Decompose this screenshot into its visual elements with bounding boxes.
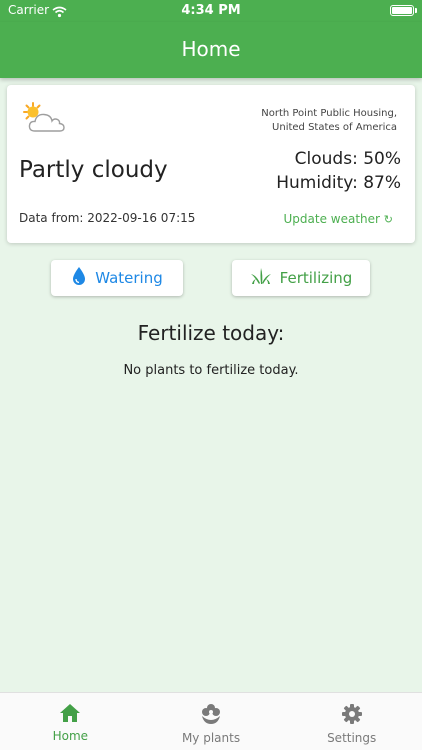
fertilizing-label: Fertilizing xyxy=(279,269,353,287)
nav-item-my-plants[interactable]: My plants xyxy=(141,693,282,750)
bottom-nav: Home My plants Settings xyxy=(0,692,422,750)
nav-label-my-plants: My plants xyxy=(181,731,241,745)
update-weather-button[interactable]: Update weather ↻ xyxy=(284,212,394,226)
watering-tab-button[interactable]: Watering xyxy=(51,260,183,296)
gear-icon xyxy=(341,703,363,728)
data-timestamp: Data from: 2022-09-16 07:15 xyxy=(19,211,196,225)
nav-item-settings[interactable]: Settings xyxy=(281,693,422,750)
status-bar: Carrier 4:34 PM xyxy=(0,0,422,22)
empty-message: No plants to fertilize today. xyxy=(123,363,299,378)
water-drop-icon xyxy=(71,266,87,290)
home-icon xyxy=(59,703,81,726)
page-title: Home xyxy=(181,37,241,61)
plant-icon xyxy=(200,703,222,728)
weather-location: North Point Public Housing, United State… xyxy=(197,107,397,135)
nav-label-home: Home xyxy=(52,729,89,743)
app-bar: Home xyxy=(0,22,422,78)
nav-label-settings: Settings xyxy=(327,731,377,745)
watering-label: Watering xyxy=(95,269,163,287)
clouds-value: Clouds: 50% xyxy=(294,149,401,169)
fertilizing-tab-button[interactable]: Fertilizing xyxy=(232,260,370,296)
grass-icon xyxy=(250,267,272,289)
update-weather-label: Update weather xyxy=(283,212,380,226)
nav-item-home[interactable]: Home xyxy=(0,693,141,750)
partly-cloudy-icon xyxy=(21,101,67,139)
status-time: 4:34 PM xyxy=(181,3,241,18)
section-title: Fertilize today: xyxy=(137,321,285,345)
location-line-1: North Point Public Housing, xyxy=(261,108,397,119)
weather-card: North Point Public Housing, United State… xyxy=(7,85,415,243)
battery-tip xyxy=(415,8,417,13)
weather-condition: Partly cloudy xyxy=(19,157,168,183)
humidity-value: Humidity: 87% xyxy=(276,173,401,193)
location-line-2: United States of America xyxy=(272,122,397,133)
battery-icon xyxy=(390,5,414,16)
refresh-icon: ↻ xyxy=(383,213,393,226)
